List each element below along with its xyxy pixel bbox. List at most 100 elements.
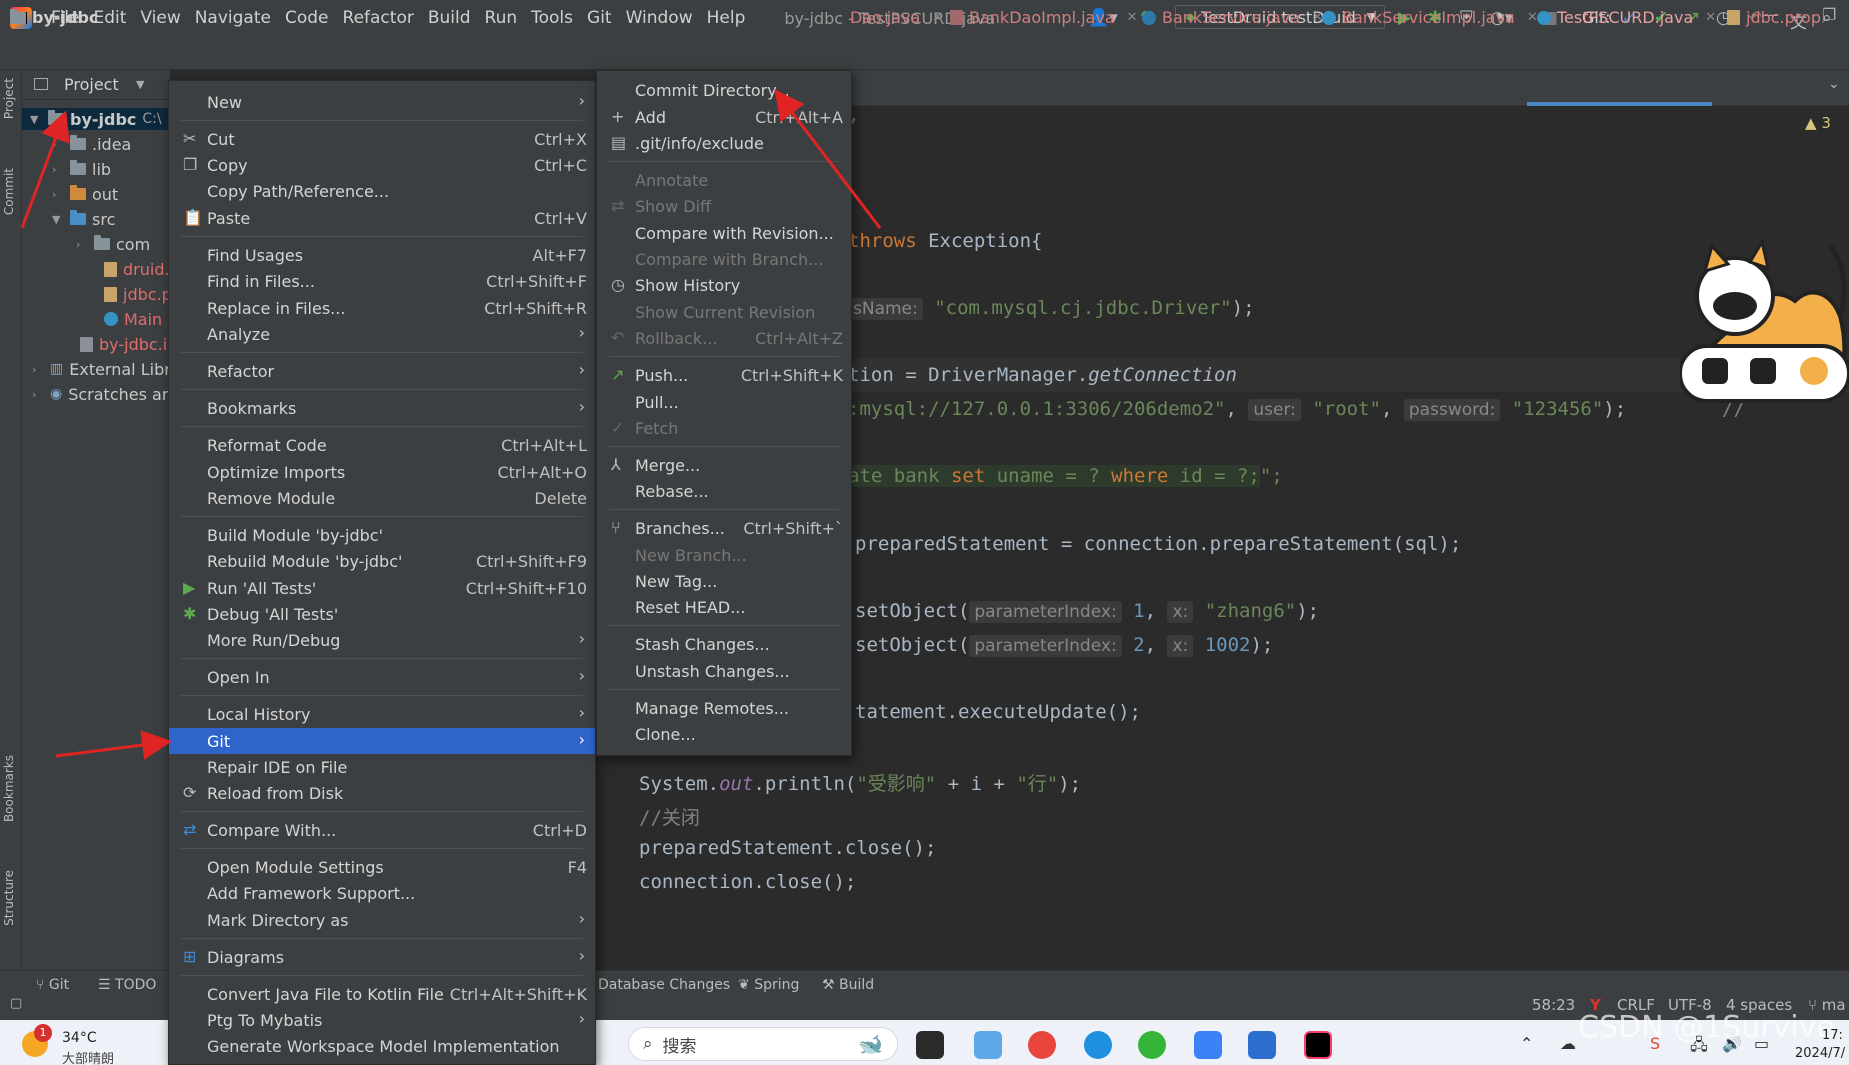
menu-item-open-in[interactable]: Open In › bbox=[169, 664, 595, 690]
menu-item-manage-remotes[interactable]: Manage Remotes... bbox=[597, 695, 851, 721]
menu-item-branches[interactable]: ⑂ Branches... Ctrl+Shift+` bbox=[597, 515, 851, 541]
clock-time[interactable]: 17: bbox=[1822, 1028, 1843, 1043]
menu-item-run-all-tests[interactable]: ▶ Run 'All Tests' Ctrl+Shift+F10 bbox=[169, 575, 595, 601]
menu-item-remove-module[interactable]: Remove Module Delete bbox=[169, 485, 595, 511]
menu-item-rebase[interactable]: Rebase... bbox=[597, 478, 851, 504]
wechat-icon[interactable] bbox=[1138, 1031, 1166, 1059]
menu-window[interactable]: Window bbox=[619, 8, 700, 28]
tree-item-src[interactable]: ▼ src bbox=[52, 208, 115, 230]
chevron-down-icon[interactable]: ⌄ bbox=[1828, 76, 1840, 92]
menu-item-mark-directory-as[interactable]: Mark Directory as › bbox=[169, 907, 595, 933]
tab-bankservice[interactable]: BankService.java ✕ bbox=[1142, 8, 1323, 27]
task-view-icon[interactable] bbox=[916, 1031, 944, 1059]
tab-bankdaoimpl[interactable]: BankDaoImpl.java ✕ bbox=[950, 8, 1138, 27]
menu-item-pull[interactable]: Pull... bbox=[597, 389, 851, 415]
menu-git[interactable]: Git bbox=[580, 8, 619, 28]
menu-item-build-module[interactable]: Build Module 'by-jdbc' bbox=[169, 522, 595, 548]
bottom-tab-database-changes[interactable]: Database Changes bbox=[598, 977, 730, 993]
menu-item-git-exclude[interactable]: ▤ .git/info/exclude bbox=[597, 130, 851, 156]
menu-item-open-module-settings[interactable]: Open Module Settings F4 bbox=[169, 854, 595, 880]
close-icon[interactable]: ✕ bbox=[1705, 10, 1716, 25]
taskbar-search[interactable]: ⌕ 搜索 🐋 bbox=[628, 1027, 898, 1061]
menu-item-unstash-changes[interactable]: Unstash Changes... bbox=[597, 658, 851, 684]
menu-item-new-tag[interactable]: New Tag... bbox=[597, 568, 851, 594]
close-icon[interactable]: ✕ bbox=[1127, 10, 1138, 25]
menu-item-debug-all-tests[interactable]: ✱ Debug 'All Tests' bbox=[169, 601, 595, 627]
bottom-tab-todo[interactable]: ☰ TODO bbox=[98, 977, 156, 993]
side-tab-commit[interactable]: Commit bbox=[2, 168, 20, 215]
weather-temperature[interactable]: 34°C bbox=[62, 1030, 97, 1046]
menu-item-more-run-debug[interactable]: More Run/Debug › bbox=[169, 627, 595, 653]
warnings-indicator[interactable]: ▲ 3 bbox=[1805, 114, 1831, 132]
bottom-tab-spring[interactable]: ❦ Spring bbox=[738, 977, 799, 993]
menu-item-reset-head[interactable]: Reset HEAD... bbox=[597, 594, 851, 620]
menu-item-copy-path[interactable]: Copy Path/Reference... bbox=[169, 178, 595, 204]
menu-item-find-in-files[interactable]: Find in Files... Ctrl+Shift+F bbox=[169, 268, 595, 294]
caret-position[interactable]: 58:23 bbox=[1532, 996, 1575, 1014]
menu-run[interactable]: Run bbox=[478, 8, 525, 28]
tree-item-iml[interactable]: by-jdbc.i bbox=[80, 333, 167, 355]
tree-item-jdbc[interactable]: jdbc.p bbox=[104, 283, 172, 305]
menu-item-optimize-imports[interactable]: Optimize Imports Ctrl+Alt+O bbox=[169, 459, 595, 485]
menu-refactor[interactable]: Refactor bbox=[336, 8, 421, 28]
side-tab-project[interactable]: Project bbox=[2, 78, 20, 119]
chevron-up-icon[interactable]: ⌃ bbox=[1520, 1034, 1533, 1053]
menu-item-refactor[interactable]: Refactor › bbox=[169, 358, 595, 384]
intellij-taskbar-icon[interactable] bbox=[1304, 1031, 1332, 1059]
edge-icon[interactable] bbox=[1084, 1031, 1112, 1059]
menu-code[interactable]: Code bbox=[278, 8, 336, 28]
weather-description[interactable]: 大部晴朗 bbox=[62, 1048, 114, 1065]
chevron-down-icon[interactable]: ▼ bbox=[136, 78, 144, 91]
menu-item-reformat-code[interactable]: Reformat Code Ctrl+Alt+L bbox=[169, 432, 595, 458]
tab-dao[interactable]: Dao.java ✕ bbox=[850, 8, 943, 27]
menu-view[interactable]: View bbox=[133, 8, 187, 28]
menu-item-cut[interactable]: ✂ Cut Ctrl+X bbox=[169, 126, 595, 152]
tree-item-external-libraries[interactable]: › ▥ External Libr bbox=[32, 358, 171, 380]
menu-item-show-history[interactable]: ◷ Show History bbox=[597, 272, 851, 298]
tree-item-scratches[interactable]: › ◉ Scratches an bbox=[32, 383, 172, 405]
tree-item-com[interactable]: › com bbox=[76, 233, 150, 255]
menu-build[interactable]: Build bbox=[421, 8, 478, 28]
menu-item-compare-with-revision[interactable]: Compare with Revision... bbox=[597, 220, 851, 246]
menu-item-merge[interactable]: ⅄ Merge... bbox=[597, 452, 851, 478]
menu-help[interactable]: Help bbox=[700, 8, 753, 28]
vc-icon[interactable] bbox=[1248, 1031, 1276, 1059]
feishu-icon[interactable] bbox=[1194, 1031, 1222, 1059]
menu-item-push[interactable]: ↗ Push... Ctrl+Shift+K bbox=[597, 362, 851, 388]
menu-item-reload-from-disk[interactable]: ⟳ Reload from Disk bbox=[169, 780, 595, 806]
menu-item-analyze[interactable]: Analyze › bbox=[169, 321, 595, 347]
tree-item-lib[interactable]: › lib bbox=[52, 158, 111, 180]
menu-item-replace-in-files[interactable]: Replace in Files... Ctrl+Shift+R bbox=[169, 295, 595, 321]
menu-item-git[interactable]: Git › bbox=[169, 728, 595, 754]
layout-icon[interactable]: ▢ bbox=[10, 996, 22, 1011]
clock-date[interactable]: 2024/7/ bbox=[1795, 1046, 1845, 1061]
menu-item-clone[interactable]: Clone... bbox=[597, 721, 851, 747]
tree-item-main[interactable]: Main bbox=[104, 308, 162, 330]
tree-item-idea[interactable]: › .idea bbox=[52, 133, 131, 155]
menu-item-copy[interactable]: ❐ Copy Ctrl+C bbox=[169, 152, 595, 178]
chrome-icon[interactable] bbox=[1028, 1031, 1056, 1059]
tab-testpscurd[interactable]: TestPSCURD.java ✕ bbox=[1537, 8, 1716, 27]
menu-navigate[interactable]: Navigate bbox=[188, 8, 278, 28]
menu-item-new[interactable]: New › bbox=[169, 89, 595, 115]
menu-item-git-add[interactable]: + Add Ctrl+Alt+A bbox=[597, 104, 851, 130]
menu-item-paste[interactable]: 📋 Paste Ctrl+V bbox=[169, 205, 595, 231]
menu-item-ptg-to-mybatis[interactable]: Ptg To Mybatis › bbox=[169, 1007, 595, 1033]
menu-item-local-history[interactable]: Local History › bbox=[169, 701, 595, 727]
project-panel-header[interactable]: Project ▼ bbox=[22, 70, 170, 100]
menu-item-rebuild-module[interactable]: Rebuild Module 'by-jdbc' Ctrl+Shift+F9 bbox=[169, 548, 595, 574]
menu-item-convert-to-kotlin[interactable]: Convert Java File to Kotlin File Ctrl+Alt… bbox=[169, 981, 595, 1007]
menu-item-repair-ide[interactable]: Repair IDE on File bbox=[169, 754, 595, 780]
bottom-tab-git[interactable]: ⑂ Git bbox=[36, 977, 69, 993]
menu-item-commit-directory[interactable]: Commit Directory... bbox=[597, 77, 851, 103]
cloud-icon[interactable]: ☁ bbox=[1560, 1034, 1576, 1053]
menu-item-add-framework-support[interactable]: Add Framework Support... bbox=[169, 880, 595, 906]
tab-jdbc-properties[interactable]: jdbc.prop bbox=[1727, 8, 1821, 27]
tree-item-by-jdbc[interactable]: ▼ by-jdbc C:\ bbox=[22, 108, 170, 130]
menu-tools[interactable]: Tools bbox=[524, 8, 580, 28]
bottom-tab-build[interactable]: ⚒ Build bbox=[822, 977, 874, 993]
menu-item-bookmarks[interactable]: Bookmarks › bbox=[169, 395, 595, 421]
search-icon[interactable]: ⌕ bbox=[1822, 8, 1832, 28]
app-icon[interactable] bbox=[974, 1031, 1002, 1059]
tree-item-druid[interactable]: druid. bbox=[104, 258, 170, 280]
